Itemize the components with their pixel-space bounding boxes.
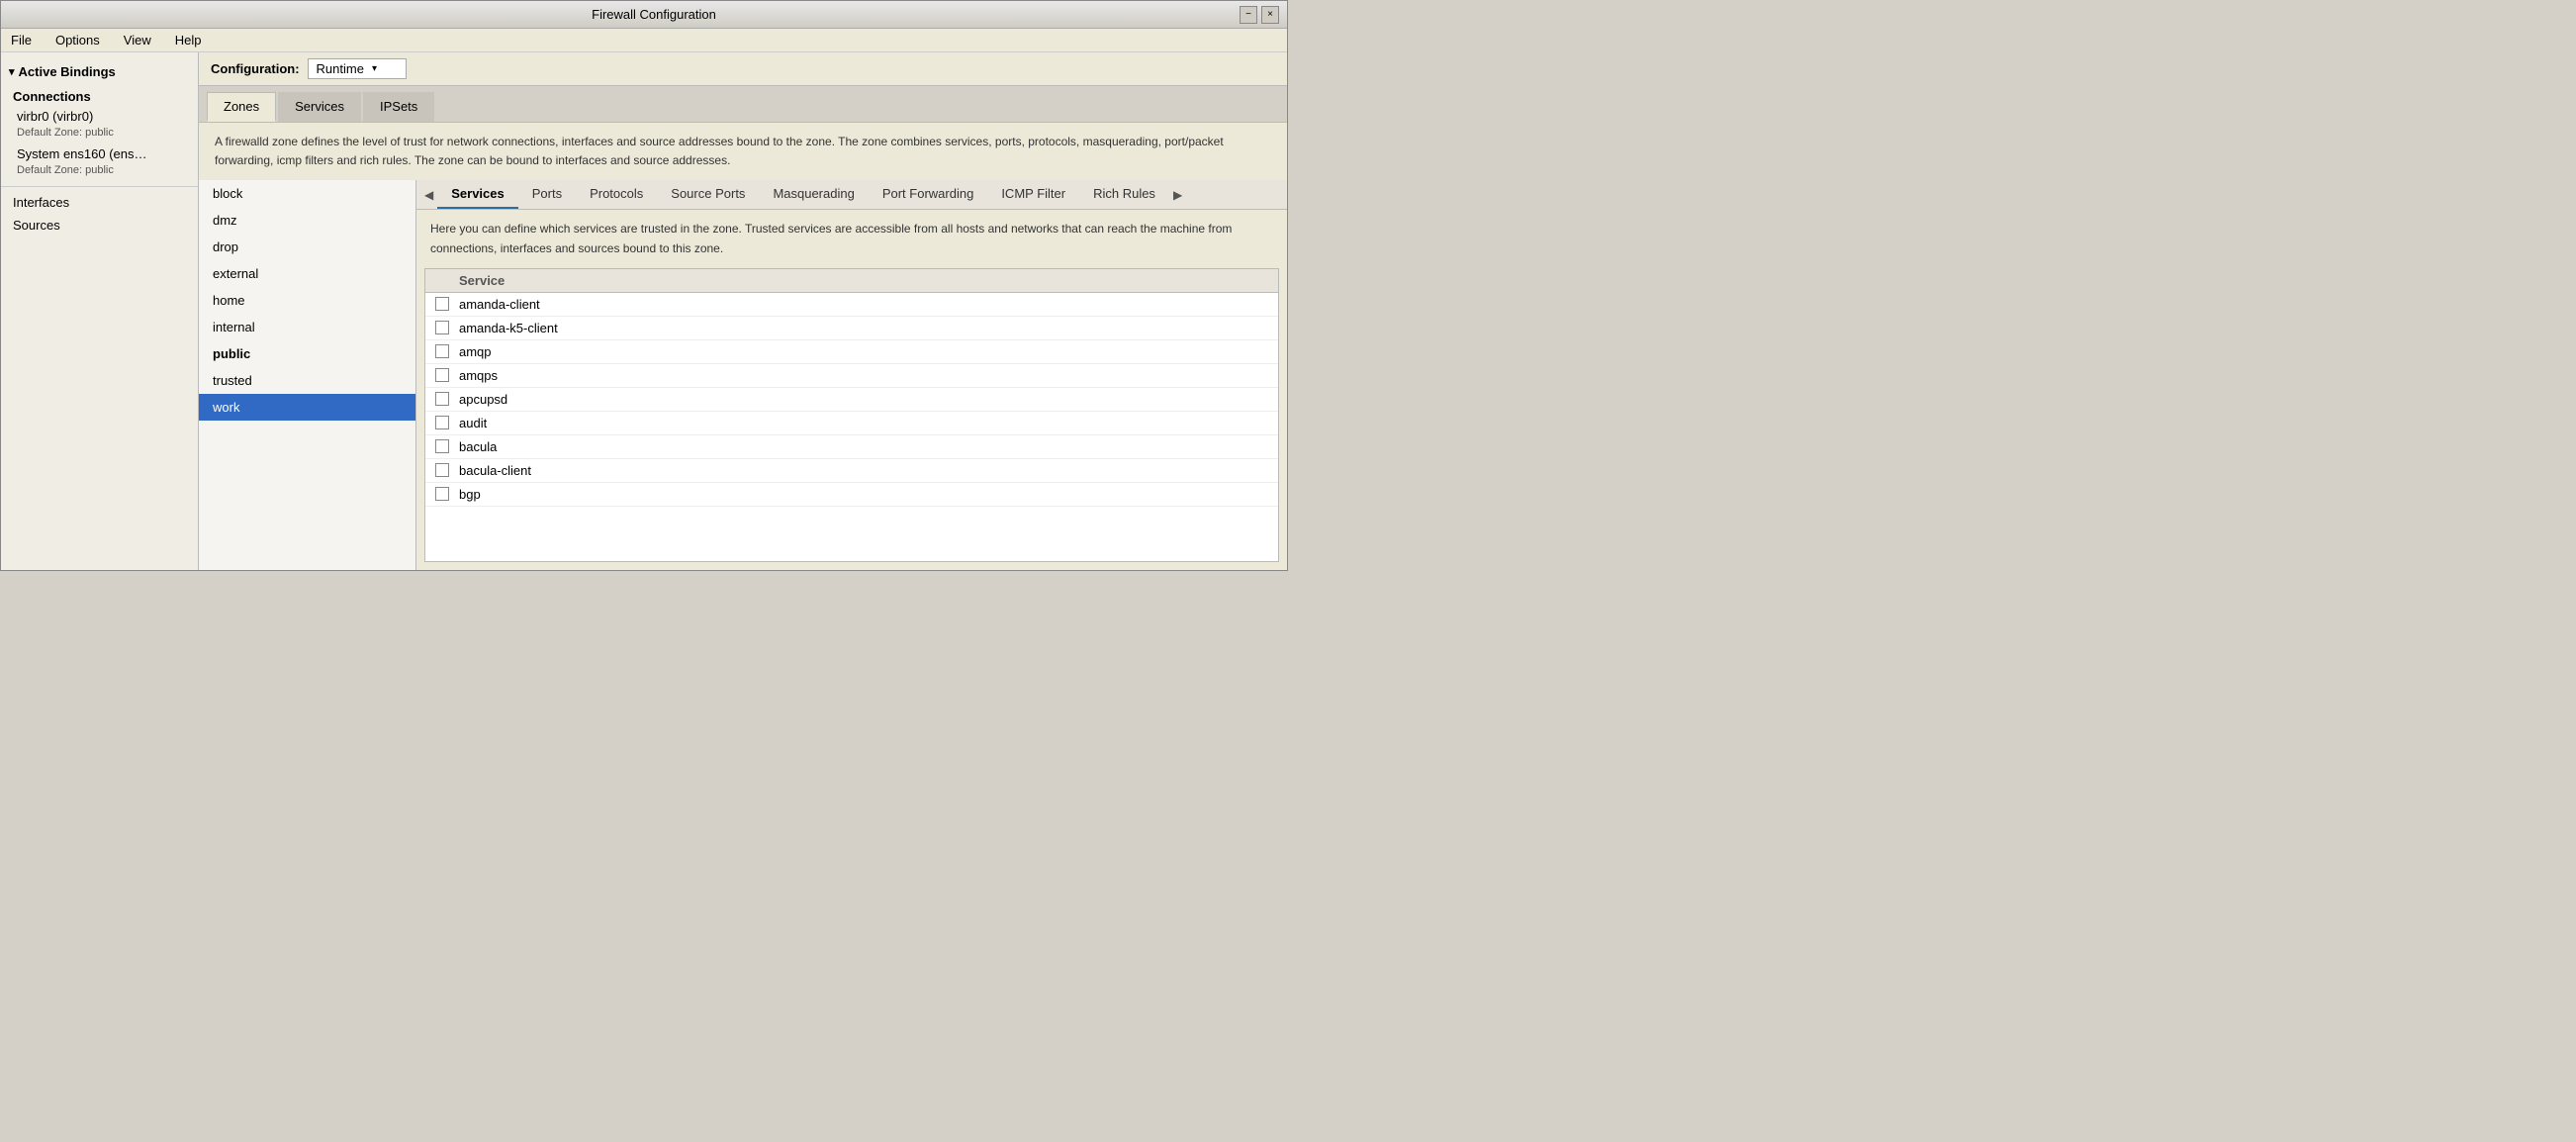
service-checkbox-bacula-client[interactable] [435,463,449,477]
active-bindings-label: Active Bindings [19,64,116,79]
menu-file[interactable]: File [5,31,38,49]
tab-zones[interactable]: Zones [207,92,276,122]
service-row-bacula[interactable]: bacula [425,435,1278,459]
zone-dmz[interactable]: dmz [199,207,415,234]
main-window: Firewall Configuration − × File Options … [0,0,1288,571]
window-controls: − × [1240,6,1279,24]
services-table: Service amanda-client amanda-k5-client [424,268,1279,562]
main-tabs: Zones Services IPSets [199,86,1287,123]
service-name-amanda-k5-client: amanda-k5-client [459,321,558,335]
service-name-bacula-client: bacula-client [459,463,531,478]
dropdown-arrow-icon: ▾ [372,63,377,74]
sub-tab-services[interactable]: Services [437,180,518,209]
sidebar-item-interfaces[interactable]: Interfaces [1,191,198,214]
zones-description: A firewalld zone defines the level of tr… [199,123,1287,180]
services-description: Here you can define which services are t… [416,210,1287,267]
menu-help[interactable]: Help [169,31,208,49]
sidebar-item-sources[interactable]: Sources [1,214,198,237]
menu-options[interactable]: Options [49,31,106,49]
connection-ens160-name: System ens160 (ens… [17,145,182,163]
sub-tab-source-ports[interactable]: Source Ports [657,180,759,209]
connection-virbr0-name: virbr0 (virbr0) [17,108,182,126]
service-row-bgp[interactable]: bgp [425,483,1278,507]
service-name-amanda-client: amanda-client [459,297,540,312]
config-label: Configuration: [211,61,300,76]
service-checkbox-bacula[interactable] [435,439,449,453]
service-name-bgp: bgp [459,487,481,502]
right-panel: Configuration: Runtime ▾ Zones Services … [199,52,1287,570]
connection-virbr0-zone: Default Zone: public [17,126,182,141]
connection-ens160-zone: Default Zone: public [17,163,182,178]
connection-virbr0[interactable]: virbr0 (virbr0) Default Zone: public [1,106,198,143]
service-checkbox-bgp[interactable] [435,487,449,501]
close-button[interactable]: × [1261,6,1279,24]
menu-view[interactable]: View [118,31,157,49]
sidebar: ▾ Active Bindings Connections virbr0 (vi… [1,52,199,570]
connections-title: Connections [1,85,198,106]
service-checkbox-amanda-client[interactable] [435,297,449,311]
service-row-amanda-client[interactable]: amanda-client [425,293,1278,317]
connections-section: Connections virbr0 (virbr0) Default Zone… [1,83,198,182]
service-row-bacula-client[interactable]: bacula-client [425,459,1278,483]
zone-work[interactable]: work [199,394,415,421]
service-name-bacula: bacula [459,439,497,454]
services-table-header: Service [425,269,1278,293]
minimize-button[interactable]: − [1240,6,1257,24]
sub-tab-icmp-filter[interactable]: ICMP Filter [987,180,1079,209]
service-name-amqps: amqps [459,368,498,383]
zone-external[interactable]: external [199,260,415,287]
sub-tabs: ◀ Services Ports Protocols Source Ports … [416,180,1287,210]
config-value: Runtime [317,61,364,76]
zone-public[interactable]: public [199,340,415,367]
sub-tab-masquerading[interactable]: Masquerading [759,180,868,209]
sub-tabs-left-arrow-icon[interactable]: ◀ [420,188,437,202]
connection-ens160[interactable]: System ens160 (ens… Default Zone: public [1,143,198,181]
sub-tab-rich-rules[interactable]: Rich Rules [1079,180,1169,209]
service-checkbox-amanda-k5-client[interactable] [435,321,449,334]
sub-tab-ports[interactable]: Ports [518,180,576,209]
zone-internal[interactable]: internal [199,314,415,340]
window-title: Firewall Configuration [68,7,1240,22]
zone-area: block dmz drop external home internal pu… [199,180,1287,570]
services-column-header: Service [459,273,505,288]
zone-home[interactable]: home [199,287,415,314]
service-checkbox-apcupsd[interactable] [435,392,449,406]
config-bar: Configuration: Runtime ▾ [199,52,1287,86]
main-content: ▾ Active Bindings Connections virbr0 (vi… [1,52,1287,570]
service-row-apcupsd[interactable]: apcupsd [425,388,1278,412]
service-checkbox-audit[interactable] [435,416,449,429]
sub-tab-protocols[interactable]: Protocols [576,180,657,209]
service-row-amqp[interactable]: amqp [425,340,1278,364]
service-row-amqps[interactable]: amqps [425,364,1278,388]
tab-services[interactable]: Services [278,92,361,122]
sidebar-divider [1,186,198,187]
sub-tabs-right-arrow-icon[interactable]: ▶ [1169,188,1186,202]
zone-drop[interactable]: drop [199,234,415,260]
zone-trusted[interactable]: trusted [199,367,415,394]
tab-ipsets[interactable]: IPSets [363,92,434,122]
zone-right-panel: ◀ Services Ports Protocols Source Ports … [416,180,1287,570]
zone-list: block dmz drop external home internal pu… [199,180,416,570]
config-dropdown[interactable]: Runtime ▾ [308,58,407,79]
service-name-amqp: amqp [459,344,492,359]
service-name-apcupsd: apcupsd [459,392,507,407]
collapse-arrow-icon: ▾ [9,65,15,78]
service-checkbox-amqp[interactable] [435,344,449,358]
titlebar: Firewall Configuration − × [1,1,1287,29]
service-row-audit[interactable]: audit [425,412,1278,435]
service-row-amanda-k5-client[interactable]: amanda-k5-client [425,317,1278,340]
menubar: File Options View Help [1,29,1287,52]
service-checkbox-amqps[interactable] [435,368,449,382]
service-name-audit: audit [459,416,487,430]
zone-block[interactable]: block [199,180,415,207]
active-bindings-header[interactable]: ▾ Active Bindings [1,60,198,83]
sub-tab-port-forwarding[interactable]: Port Forwarding [869,180,987,209]
